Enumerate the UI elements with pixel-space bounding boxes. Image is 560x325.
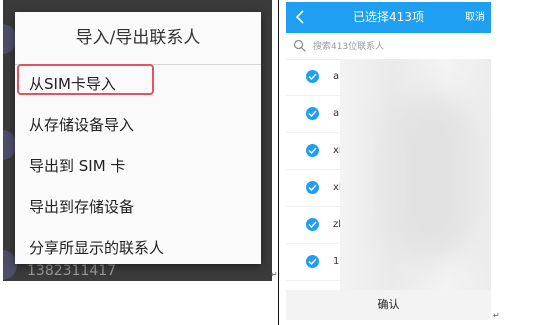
checkmark-icon <box>308 73 317 80</box>
checkmark-icon <box>308 147 317 154</box>
search-input[interactable] <box>311 37 485 57</box>
menu-item-share-visible-contacts[interactable]: 分享所显示的联系人 <box>15 228 261 269</box>
contact-name: a <box>333 108 340 119</box>
checkmark-icon <box>308 184 317 191</box>
back-button[interactable] <box>293 8 309 26</box>
checkbox-checked[interactable] <box>306 255 319 268</box>
panel-divider <box>278 0 279 325</box>
checkmark-icon <box>308 110 317 117</box>
checkbox-checked[interactable] <box>306 218 319 231</box>
menu-item-label: 从存储设备导入 <box>29 116 135 134</box>
chevron-left-icon <box>295 10 304 24</box>
contact-name: a <box>333 71 340 82</box>
checkmark-icon <box>308 221 317 228</box>
cancel-button[interactable]: 取消 <box>465 2 485 33</box>
privacy-blur-overlay <box>386 92 476 262</box>
menu-item-label: 导出到 SIM 卡 <box>29 157 126 175</box>
select-contacts-screen: 已选择413项 取消 a a xi xi zh <box>286 2 491 290</box>
menu-item-export-to-sim[interactable]: 导出到 SIM 卡 <box>15 146 261 187</box>
import-export-dialog: 导入/导出联系人 从SIM卡导入 从存储设备导入 导出到 SIM 卡 导出到存储… <box>15 12 261 264</box>
search-icon <box>293 39 306 52</box>
page-title: 已选择413项 <box>353 10 424 24</box>
paragraph-mark: ↵ <box>493 311 500 320</box>
dialog-title: 导入/导出联系人 <box>15 12 261 64</box>
menu-item-import-from-storage[interactable]: 从存储设备导入 <box>15 105 261 146</box>
confirm-button[interactable]: 确认 <box>286 290 491 320</box>
checkbox-checked[interactable] <box>306 70 319 83</box>
menu-item-export-to-storage[interactable]: 导出到存储设备 <box>15 187 261 228</box>
header-bar: 已选择413项 取消 <box>286 2 491 33</box>
paragraph-mark: ↵ <box>271 270 278 279</box>
menu-item-label: 导出到存储设备 <box>29 198 135 216</box>
checkbox-checked[interactable] <box>306 144 319 157</box>
checkbox-checked[interactable] <box>306 181 319 194</box>
annotation-highlight-box <box>17 64 154 95</box>
search-bar <box>286 33 491 60</box>
confirm-label: 确认 <box>377 298 400 311</box>
menu-item-label: 分享所显示的联系人 <box>29 239 165 257</box>
checkbox-checked[interactable] <box>306 107 319 120</box>
contacts-background-screen: 1382311417 导入/导出联系人 从SIM卡导入 从存储设备导入 导出到 … <box>3 0 272 281</box>
checkmark-icon <box>308 258 317 265</box>
